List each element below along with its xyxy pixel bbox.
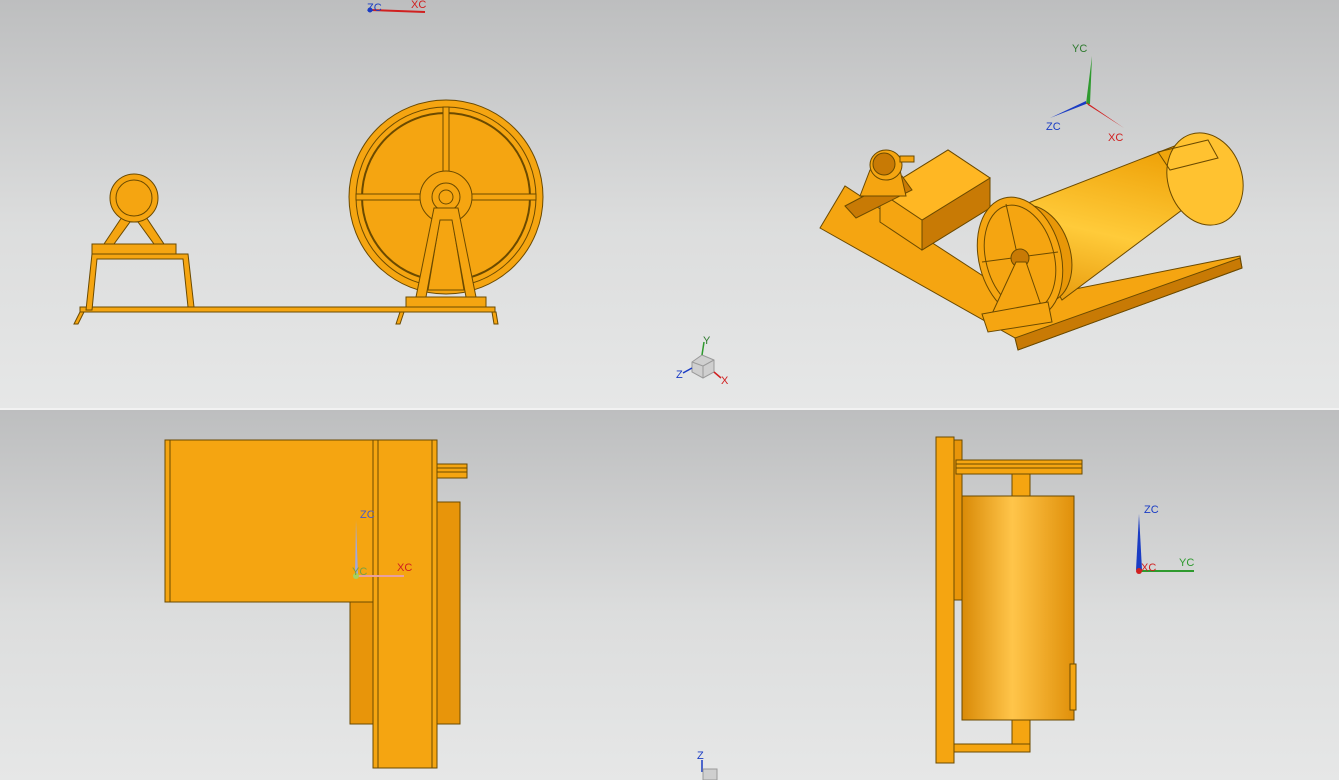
svg-text:ZC: ZC [1046,121,1061,133]
svg-text:XC: XC [1141,562,1156,574]
view-cube-icon[interactable]: Y Z X [676,335,729,387]
right-view-model[interactable] [935,436,1083,764]
svg-text:XC: XC [411,0,426,11]
svg-text:X: X [721,375,729,387]
svg-text:Z: Z [697,750,704,762]
isometric-view-model[interactable] [819,123,1255,351]
triad-right: ZC XC YC [1136,504,1194,574]
svg-text:YC: YC [352,566,367,578]
svg-text:ZC: ZC [367,2,382,14]
svg-text:XC: XC [397,562,412,574]
triad-isometric: YC ZC XC [1046,43,1124,144]
svg-text:Y: Y [703,335,711,347]
svg-text:Z: Z [676,369,683,381]
svg-text:XC: XC [1108,132,1123,144]
top-view-model[interactable] [164,439,468,769]
svg-text:ZC: ZC [360,509,375,521]
view-cube-bottom-icon[interactable]: Z [697,750,718,780]
model-canvas[interactable]: ZC XC YC ZC XC ZC YC XC ZC XC YC Y Z X Z [0,0,1339,780]
triad-front: ZC XC [367,0,426,14]
svg-text:YC: YC [1179,557,1194,569]
svg-text:ZC: ZC [1144,504,1159,516]
front-view-model[interactable] [73,99,544,325]
svg-text:YC: YC [1072,43,1087,55]
